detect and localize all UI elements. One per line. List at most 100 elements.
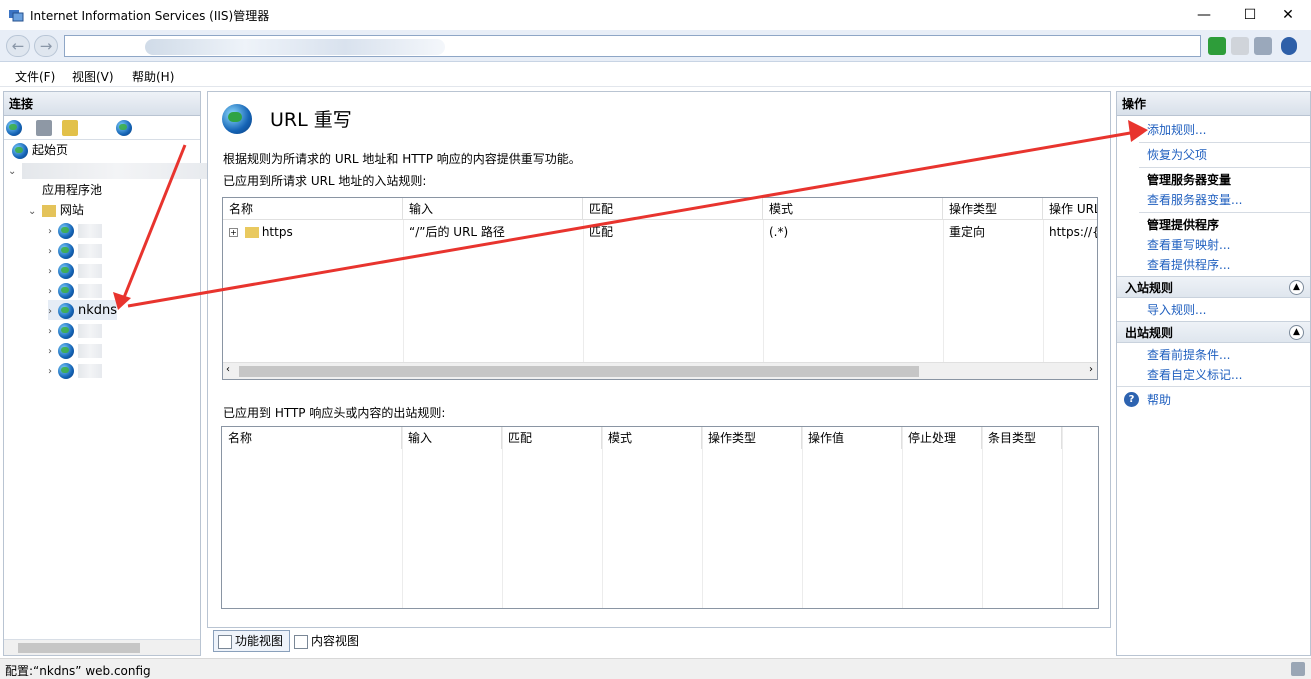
tree-item-site[interactable]: › bbox=[48, 360, 102, 380]
expand-arrow-icon[interactable]: › bbox=[48, 262, 58, 282]
expand-arrow-icon[interactable]: › bbox=[48, 342, 58, 362]
status-bar: 配置:“nkdns” web.config bbox=[0, 658, 1311, 679]
expand-arrow-icon[interactable]: › bbox=[48, 362, 58, 382]
home-icon[interactable] bbox=[1254, 37, 1272, 55]
rule-action-url-cell: https://{H bbox=[1049, 225, 1097, 239]
tree-item-site[interactable]: › bbox=[48, 320, 102, 340]
column-divider bbox=[763, 220, 764, 363]
column-header-pattern[interactable]: 模式 bbox=[602, 427, 702, 449]
expand-arrow-icon[interactable]: › bbox=[48, 322, 58, 342]
connect-globe-icon[interactable] bbox=[6, 120, 22, 136]
tree-item-start-page[interactable]: 起始页 bbox=[12, 140, 68, 160]
up-folder-icon[interactable] bbox=[62, 120, 78, 136]
divider bbox=[1117, 386, 1310, 387]
import-rules-link[interactable]: 导入规则... bbox=[1147, 300, 1206, 320]
features-view-icon bbox=[218, 634, 232, 649]
inbound-grid-header: 名称 输入 匹配 模式 操作类型 操作 URL bbox=[223, 198, 1097, 220]
collapse-chevron-up-icon[interactable]: ▲ bbox=[1289, 280, 1304, 295]
tree-item-site[interactable]: › bbox=[48, 340, 102, 360]
outbound-rules-label: 已应用到 HTTP 响应头或内容的出站规则: bbox=[223, 406, 446, 420]
rule-name-cell: + https bbox=[229, 225, 293, 239]
expand-arrow-icon[interactable]: › bbox=[48, 302, 58, 322]
site-globe-icon bbox=[58, 262, 74, 279]
tree-item-site[interactable]: › bbox=[48, 280, 102, 300]
tree-item-sites[interactable]: ⌄ 网站 bbox=[28, 200, 84, 220]
collapse-arrow-icon[interactable]: ⌄ bbox=[28, 202, 38, 222]
column-header-action-type[interactable]: 操作类型 bbox=[702, 427, 802, 449]
scroll-left-icon[interactable]: ‹ bbox=[226, 364, 230, 375]
inbound-horizontal-scrollbar[interactable]: ‹ › bbox=[223, 362, 1097, 379]
actions-header: 操作 bbox=[1117, 92, 1310, 116]
redacted-path bbox=[145, 39, 445, 55]
menu-help[interactable]: 帮助(H) bbox=[132, 68, 174, 85]
close-button[interactable]: ✕ bbox=[1265, 0, 1311, 30]
view-rewrite-maps-link[interactable]: 查看重写映射... bbox=[1147, 235, 1230, 255]
content-view-icon bbox=[294, 634, 308, 649]
tab-content-view[interactable]: 内容视图 bbox=[289, 630, 366, 652]
column-divider bbox=[1043, 220, 1044, 363]
tree-item-app-pools[interactable]: 应用程序池 bbox=[42, 180, 102, 200]
revert-to-parent-link[interactable]: 恢复为父项 bbox=[1147, 145, 1207, 165]
scroll-right-icon[interactable]: › bbox=[1089, 364, 1093, 375]
outbound-rules-section[interactable]: 出站规则 ▲ bbox=[1117, 321, 1310, 343]
inbound-rules-section[interactable]: 入站规则 ▲ bbox=[1117, 276, 1310, 298]
divider bbox=[1139, 142, 1310, 143]
tab-features-view[interactable]: 功能视图 bbox=[213, 630, 291, 652]
column-header-input[interactable]: 输入 bbox=[403, 198, 583, 220]
redacted-site-name bbox=[78, 323, 102, 338]
url-rewrite-globe-icon bbox=[222, 104, 252, 134]
redacted-site-name bbox=[78, 343, 102, 358]
network-status-icon bbox=[1291, 662, 1305, 676]
site-globe-icon bbox=[58, 322, 74, 339]
tree-item-site[interactable]: › bbox=[48, 260, 102, 280]
table-row[interactable]: + https “/”后的 URL 路径 匹配 (.*) 重定向 https:/… bbox=[223, 223, 1097, 241]
redacted-site-name bbox=[78, 243, 102, 258]
view-providers-link[interactable]: 查看提供程序... bbox=[1147, 255, 1230, 275]
scroll-thumb[interactable] bbox=[18, 643, 140, 653]
collapse-chevron-up-icon[interactable]: ▲ bbox=[1289, 325, 1304, 340]
expand-arrow-icon[interactable]: › bbox=[48, 282, 58, 302]
column-header-entry-type[interactable]: 条目类型 bbox=[982, 427, 1062, 449]
outbound-rules-grid: 名称 输入 匹配 模式 操作类型 操作值 停止处理 条目类型 bbox=[221, 426, 1099, 609]
tree-item-server[interactable]: ⌄ bbox=[8, 160, 212, 180]
connections-horizontal-scrollbar[interactable] bbox=[4, 639, 200, 655]
scroll-thumb[interactable] bbox=[239, 366, 919, 377]
disconnect-icon[interactable] bbox=[115, 120, 132, 136]
expand-arrow-icon[interactable]: › bbox=[48, 222, 58, 242]
refresh-icon[interactable] bbox=[1208, 37, 1226, 55]
forward-arrow-icon[interactable]: → bbox=[34, 35, 58, 57]
view-server-variables-link[interactable]: 查看服务器变量... bbox=[1147, 190, 1242, 210]
help-dropdown-icon[interactable] bbox=[1281, 37, 1297, 55]
column-header-stop-processing[interactable]: 停止处理 bbox=[902, 427, 982, 449]
column-header-action-value[interactable]: 操作值 bbox=[802, 427, 902, 449]
site-globe-icon bbox=[58, 362, 74, 379]
column-header-action-type[interactable]: 操作类型 bbox=[943, 198, 1043, 220]
column-header-match[interactable]: 匹配 bbox=[502, 427, 602, 449]
column-header-name[interactable]: 名称 bbox=[223, 198, 403, 220]
address-path-input[interactable] bbox=[64, 35, 1201, 57]
collapse-arrow-icon[interactable]: ⌄ bbox=[8, 162, 18, 182]
column-header-pattern[interactable]: 模式 bbox=[763, 198, 943, 220]
tree-item-site[interactable]: › bbox=[48, 240, 102, 260]
save-icon[interactable] bbox=[36, 120, 52, 136]
tree-item-site[interactable]: › bbox=[48, 220, 102, 240]
window-title: Internet Information Services (IIS)管理器 bbox=[30, 9, 270, 23]
column-divider bbox=[403, 220, 404, 363]
menu-file[interactable]: 文件(F) bbox=[15, 68, 55, 85]
column-header-name[interactable]: 名称 bbox=[222, 427, 402, 449]
redacted-site-name bbox=[78, 263, 102, 278]
menu-view[interactable]: 视图(V) bbox=[72, 68, 114, 85]
expand-plus-icon[interactable]: + bbox=[229, 228, 238, 237]
column-header-action-url[interactable]: 操作 URL bbox=[1043, 198, 1097, 220]
minimize-button[interactable]: — bbox=[1181, 0, 1227, 30]
stop-icon[interactable] bbox=[1231, 37, 1249, 55]
expand-arrow-icon[interactable]: › bbox=[48, 242, 58, 262]
tree-item-site-nkdns[interactable]: › nkdns bbox=[48, 300, 118, 322]
help-link[interactable]: 帮助 bbox=[1147, 390, 1171, 410]
add-rule-link[interactable]: 添加规则... bbox=[1147, 120, 1206, 140]
back-arrow-icon[interactable]: ← bbox=[6, 35, 30, 57]
column-header-input[interactable]: 输入 bbox=[402, 427, 502, 449]
view-preconditions-link[interactable]: 查看前提条件... bbox=[1147, 345, 1230, 365]
view-custom-tags-link[interactable]: 查看自定义标记... bbox=[1147, 365, 1242, 385]
column-header-match[interactable]: 匹配 bbox=[583, 198, 763, 220]
